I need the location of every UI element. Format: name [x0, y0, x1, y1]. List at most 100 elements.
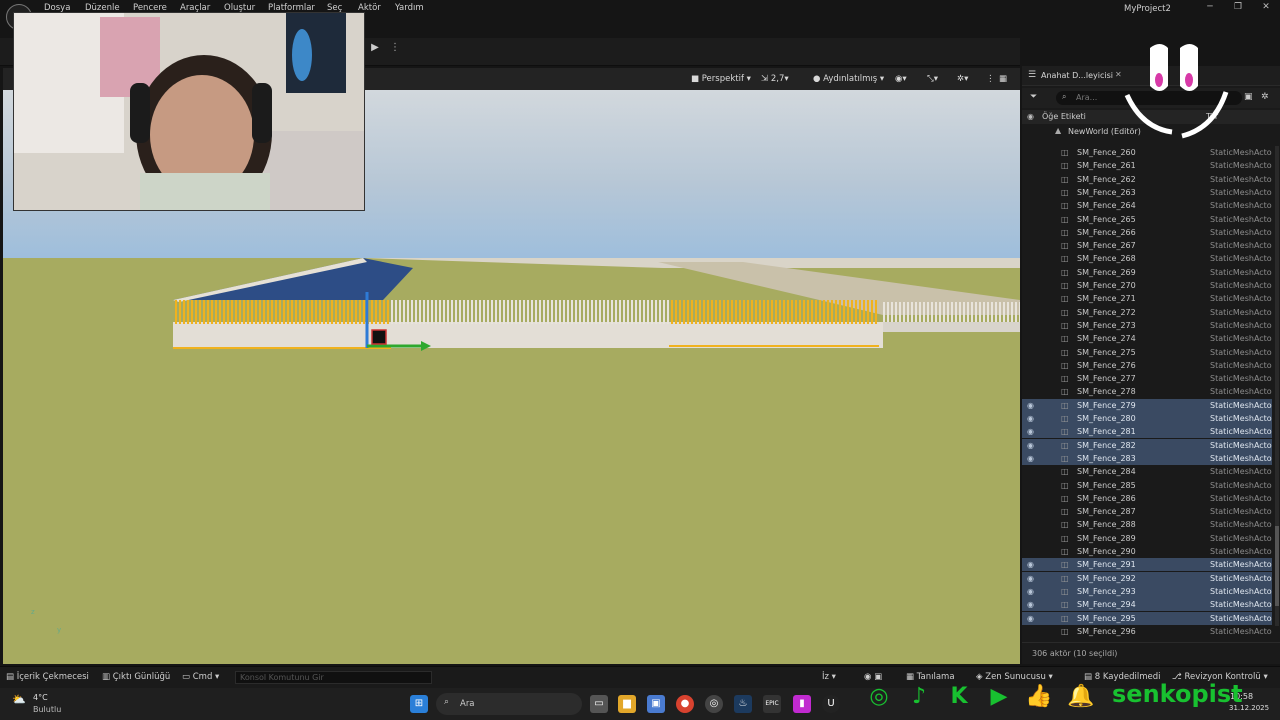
outliner-row[interactable]: ◫ SM_Fence_273 StaticMeshActo [1022, 319, 1272, 332]
minimize-button[interactable]: ─ [1203, 2, 1217, 14]
outliner-row[interactable]: ◫ SM_Fence_275 StaticMeshActo [1022, 346, 1272, 359]
outliner-settings-icon[interactable]: ✲ [1261, 92, 1269, 102]
actor-name: SM_Fence_268 [1077, 254, 1136, 264]
scrollbar-thumb[interactable] [1275, 526, 1279, 606]
webcam-image [14, 13, 364, 210]
steam-icon[interactable]: ♨ [734, 695, 752, 713]
fov-button[interactable]: ⇲ 2,7▾ [761, 72, 789, 86]
visibility-eye-icon[interactable]: ◉ [1027, 399, 1037, 412]
menu-yardim[interactable]: Yardım [395, 3, 424, 13]
layout-grid-icon[interactable]: ▦ [999, 72, 1007, 86]
outliner-row[interactable]: ◫ SM_Fence_262 StaticMeshActo [1022, 173, 1272, 186]
visibility-eye-icon[interactable]: ◉ [1027, 585, 1037, 598]
maximize-button[interactable]: ❐ [1231, 2, 1245, 14]
outliner-row[interactable]: ◫ SM_Fence_261 StaticMeshActo [1022, 159, 1272, 172]
outliner-row[interactable]: ◫ SM_Fence_286 StaticMeshActo [1022, 492, 1272, 505]
outliner-row[interactable]: ◫ SM_Fence_285 StaticMeshActo [1022, 479, 1272, 492]
outliner-row[interactable]: ◫ SM_Fence_266 StaticMeshActo [1022, 226, 1272, 239]
outliner-row[interactable]: ◫ SM_Fence_263 StaticMeshActo [1022, 186, 1272, 199]
visibility-eye-icon[interactable]: ◉ [1027, 439, 1037, 452]
settings-gear-icon[interactable]: ✲▾ [957, 72, 968, 86]
app-icon[interactable]: ▮ [793, 695, 811, 713]
outliner-row[interactable]: ◫ SM_Fence_270 StaticMeshActo [1022, 279, 1272, 292]
play-button[interactable]: ▶ [366, 42, 384, 58]
outliner-row[interactable]: ◉ ◫ SM_Fence_293 StaticMeshActo [1022, 584, 1272, 598]
unreal-engine-icon[interactable]: U [822, 695, 840, 713]
cmd-dropdown[interactable]: ▭ Cmd ▾ [182, 672, 219, 682]
github-icon[interactable]: ◎ [705, 695, 723, 713]
outliner-row[interactable]: ◉ ◫ SM_Fence_279 StaticMeshActo [1022, 398, 1272, 412]
outliner-row[interactable]: ◫ SM_Fence_284 StaticMeshActo [1022, 465, 1272, 478]
content-drawer-button[interactable]: ▤ İçerik Çekmecesi [6, 672, 89, 682]
actor-name: SM_Fence_277 [1077, 374, 1136, 384]
outliner-row[interactable]: ◫ SM_Fence_276 StaticMeshActo [1022, 359, 1272, 372]
visibility-eye-icon[interactable]: ◉ [1027, 425, 1037, 438]
outliner-row[interactable]: ◉ ◫ SM_Fence_281 StaticMeshActo [1022, 425, 1272, 439]
outliner-row[interactable]: ◫ SM_Fence_271 StaticMeshActo [1022, 292, 1272, 305]
chrome-icon[interactable]: ● [676, 695, 694, 713]
outliner-row[interactable]: ◉ ◫ SM_Fence_291 StaticMeshActo [1022, 558, 1272, 572]
transform-tools-icon[interactable]: ⤡▾ [927, 72, 938, 86]
outliner-row[interactable]: ◫ SM_Fence_269 StaticMeshActo [1022, 266, 1272, 279]
search-icon: ⌕ [444, 697, 450, 707]
outliner-row[interactable]: ◫ SM_Fence_272 StaticMeshActo [1022, 306, 1272, 319]
close-window-button[interactable]: ✕ [1259, 2, 1273, 14]
outliner-row[interactable]: ◫ SM_Fence_274 StaticMeshActo [1022, 332, 1272, 345]
outliner-row[interactable]: ◫ SM_Fence_267 StaticMeshActo [1022, 239, 1272, 252]
actor-name: SM_Fence_291 [1077, 560, 1136, 570]
outliner-row[interactable]: ◉ ◫ SM_Fence_283 StaticMeshActo [1022, 451, 1272, 465]
visibility-eye-icon[interactable]: ◉ [1027, 612, 1037, 625]
zen-server-button[interactable]: ◈ Zen Sunucusu ▾ [976, 672, 1053, 682]
static-mesh-icon: ◫ [1061, 174, 1069, 184]
outliner-row[interactable]: ◫ SM_Fence_288 StaticMeshActo [1022, 518, 1272, 531]
add-folder-icon[interactable]: ▣ [1244, 92, 1253, 102]
outliner-row[interactable]: ◫ SM_Fence_264 StaticMeshActo [1022, 199, 1272, 212]
show-eye-icon[interactable]: ◉▾ [895, 72, 907, 86]
outliner-row[interactable]: ◉ ◫ SM_Fence_295 StaticMeshActo [1022, 611, 1272, 625]
store-icon[interactable]: ▣ [647, 695, 665, 713]
outliner-row[interactable]: ◫ SM_Fence_290 StaticMeshActo [1022, 545, 1272, 558]
trace-button[interactable]: İz ▾ [822, 672, 836, 682]
outliner-row[interactable]: ◫ SM_Fence_265 StaticMeshActo [1022, 213, 1272, 226]
perspective-button[interactable]: ■ Perspektif ▾ [691, 72, 751, 86]
outliner-row[interactable]: ◫ SM_Fence_260 StaticMeshActo [1022, 146, 1272, 159]
gizmo-pivot[interactable] [371, 329, 387, 345]
epic-games-icon[interactable]: EPIC [763, 695, 781, 713]
derive-button[interactable]: ▦ Tanılama [906, 672, 955, 682]
visibility-eye-icon[interactable]: ◉ [1027, 452, 1037, 465]
close-tab-icon[interactable]: ✕ [1115, 70, 1122, 79]
file-explorer-icon[interactable]: ▆ [618, 695, 636, 713]
console-input[interactable]: Konsol Komutunu Gir [235, 671, 432, 684]
outliner-row[interactable]: ◫ SM_Fence_289 StaticMeshActo [1022, 532, 1272, 545]
visibility-eye-icon[interactable]: ◉ [1027, 412, 1037, 425]
fence-far-right [883, 302, 1020, 324]
task-view-icon[interactable]: ▭ [590, 695, 608, 713]
taskbar-search[interactable]: ⌕ Ara [436, 693, 582, 715]
visibility-eye-icon[interactable]: ◉ [1027, 572, 1037, 585]
outliner-row[interactable]: ◉ ◫ SM_Fence_282 StaticMeshActo [1022, 438, 1272, 452]
taskbar-search-placeholder: Ara [460, 699, 475, 709]
outliner-row[interactable]: ◉ ◫ SM_Fence_292 StaticMeshActo [1022, 571, 1272, 585]
lighting-button[interactable]: ● Aydınlatılmış ▾ [813, 72, 884, 86]
filter-icon[interactable]: ⏷ [1030, 92, 1037, 102]
outliner-row[interactable]: ◉ ◫ SM_Fence_280 StaticMeshActo [1022, 412, 1272, 425]
outliner-row[interactable]: ◫ SM_Fence_268 StaticMeshActo [1022, 252, 1272, 265]
visibility-eye-icon[interactable]: ◉ [1027, 598, 1037, 611]
outliner-scrollbar[interactable] [1275, 146, 1279, 626]
weather-icon[interactable]: ⛅ [12, 693, 26, 706]
outliner-row[interactable]: ◫ SM_Fence_287 StaticMeshActo [1022, 505, 1272, 518]
more-options-icon[interactable]: ⋮ [986, 72, 995, 86]
play-options-icon[interactable]: ⋮ [390, 42, 400, 58]
record-icon[interactable]: ◉ ▣ [864, 672, 882, 682]
outliner-row[interactable]: ◉ ◫ SM_Fence_294 StaticMeshActo [1022, 598, 1272, 612]
visibility-eye-icon[interactable]: ◉ [1027, 558, 1037, 571]
outliner-row[interactable]: ◫ SM_Fence_278 StaticMeshActo [1022, 385, 1272, 398]
outliner-row[interactable]: ◫ SM_Fence_277 StaticMeshActo [1022, 372, 1272, 385]
column-label-header[interactable]: Öğe Etiketi [1042, 112, 1086, 121]
actor-name: SM_Fence_275 [1077, 347, 1136, 357]
static-mesh-icon: ◫ [1061, 307, 1069, 317]
output-log-button[interactable]: ▥ Çıktı Günlüğü [102, 672, 170, 682]
windows-start-icon[interactable]: ⊞ [410, 695, 428, 713]
static-mesh-icon: ◫ [1061, 201, 1069, 211]
outliner-row[interactable]: ◫ SM_Fence_296 StaticMeshActo [1022, 625, 1272, 638]
